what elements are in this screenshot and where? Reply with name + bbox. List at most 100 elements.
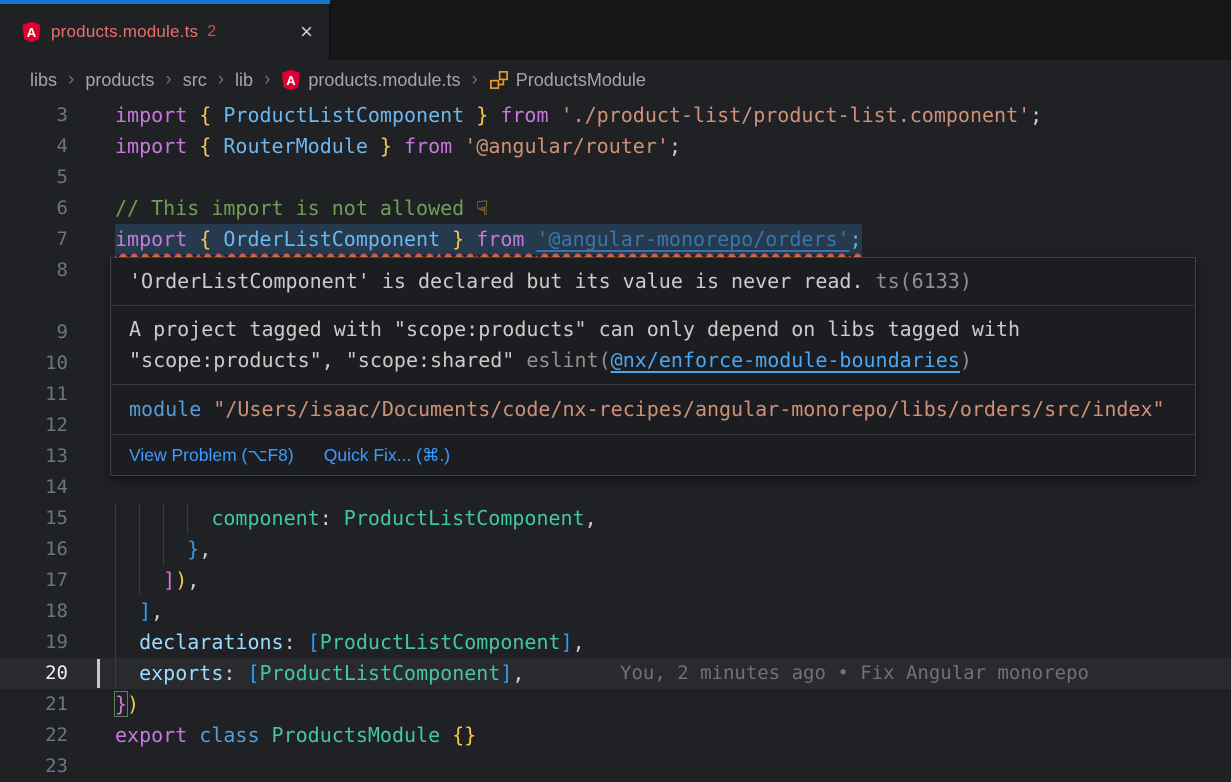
breadcrumb-item-productsmodule[interactable]: ProductsModule <box>489 70 646 91</box>
token: ] <box>500 661 512 685</box>
token: from <box>404 134 464 158</box>
breadcrumb-separator: › <box>264 69 270 91</box>
import-path-link[interactable]: '@angular-monorepo/orders' <box>536 227 849 251</box>
code-line-19[interactable]: 19 declarations: [ProductListComponent], <box>0 627 1231 658</box>
code-line-4[interactable]: 4 import { RouterModule } from '@angular/… <box>0 131 1231 162</box>
code-line-18[interactable]: 18 ], <box>0 596 1231 627</box>
token: , <box>512 661 524 685</box>
code-line-17[interactable]: 17 ]), <box>0 565 1231 596</box>
gutter-line-number: 6 <box>0 193 68 224</box>
token: ; <box>850 227 862 251</box>
token: ProductListComponent <box>223 103 464 127</box>
current-line-marker <box>97 659 100 688</box>
gutter-line-number: 18 <box>0 596 68 627</box>
breadcrumb-label: products <box>85 70 154 91</box>
token: [ <box>308 630 320 654</box>
code-line-6[interactable]: 6 // This import is not allowed ☟ <box>0 193 1231 224</box>
code-text: exports: [ProductListComponent], <box>115 658 524 689</box>
breadcrumb-label: libs <box>30 70 57 91</box>
gutter-line-number: 23 <box>0 751 68 782</box>
error-squiggle-line: import { OrderListComponent } from '@ang… <box>115 224 862 255</box>
token: export <box>115 723 199 747</box>
code-text: ], <box>115 596 163 627</box>
gutter-line-number: 22 <box>0 720 68 751</box>
editor-tab[interactable]: A products.module.ts 2 × <box>0 0 330 60</box>
code-text: }) <box>115 689 139 720</box>
breadcrumb-item-libs[interactable]: libs <box>30 70 57 91</box>
token: ProductListComponent <box>260 661 501 685</box>
gutter-line-number: 7 <box>0 224 68 255</box>
token: ProductListComponent <box>320 630 561 654</box>
tab-close-icon[interactable]: × <box>300 21 313 43</box>
token: from <box>476 227 536 251</box>
token: } <box>187 537 199 561</box>
token: ; <box>669 134 681 158</box>
breadcrumb-item-lib[interactable]: lib <box>235 70 253 91</box>
quick-fix-action[interactable]: Quick Fix... (⌘.) <box>324 445 450 466</box>
gutter-line-number: 5 <box>0 162 68 193</box>
gutter-line-number: 3 <box>0 100 68 131</box>
code-text: import { RouterModule } from '@angular/r… <box>115 131 681 162</box>
code-line-21[interactable]: 21}) <box>0 689 1231 720</box>
breadcrumb-separator: › <box>471 69 477 91</box>
code-line-20[interactable]: 20 exports: [ProductListComponent],You, … <box>0 658 1231 689</box>
view-problem-action[interactable]: View Problem (⌥F8) <box>129 445 294 466</box>
hover-text: ) <box>960 348 972 372</box>
token: , <box>573 630 585 654</box>
breadcrumb-item-products-module-ts[interactable]: Aproducts.module.ts <box>281 70 460 91</box>
code-line-15[interactable]: 15 component: ProductListComponent, <box>0 503 1231 534</box>
token: { <box>199 227 223 251</box>
hover-message-ts: 'OrderListComponent' is declared but its… <box>111 258 1195 306</box>
token: ; <box>1030 103 1042 127</box>
token: , <box>585 506 597 530</box>
breadcrumb-item-products[interactable]: products <box>85 70 154 91</box>
tab-error-badge: 2 <box>207 23 216 41</box>
token: './product-list/product-list.component' <box>561 103 1031 127</box>
hover-text: eslint( <box>526 348 610 372</box>
token: {} <box>452 723 476 747</box>
breadcrumb-label: ProductsModule <box>516 70 646 91</box>
hover-module-path: module "/Users/isaac/Documents/code/nx-r… <box>111 385 1195 435</box>
token: : <box>284 630 308 654</box>
token: [ <box>247 661 259 685</box>
code-line-22[interactable]: 22export class ProductsModule {} <box>0 720 1231 751</box>
hover-message-eslint: A project tagged with "scope:products" c… <box>111 306 1195 385</box>
token <box>115 661 139 685</box>
gutter-line-number: 17 <box>0 565 68 596</box>
token <box>115 599 139 623</box>
code-text: // This import is not allowed ☟ <box>115 193 488 224</box>
code-line-14[interactable]: 14 <box>0 472 1231 503</box>
code-line-5[interactable]: 5 <box>0 162 1231 193</box>
breadcrumb-label: lib <box>235 70 253 91</box>
code-line-7[interactable]: 7 import { OrderListComponent } from '@an… <box>0 224 1231 255</box>
gutter-line-number: 14 <box>0 472 68 503</box>
gutter-line-number: 4 <box>0 131 68 162</box>
code-line-16[interactable]: 16 }, <box>0 534 1231 565</box>
git-blame-annotation: You, 2 minutes ago • Fix Angular monorep… <box>620 658 1089 689</box>
angular-icon: A <box>22 22 41 43</box>
token: import <box>115 134 199 158</box>
matched-bracket: } <box>115 692 127 716</box>
token: , <box>199 537 211 561</box>
breadcrumb: libs›products›src›lib›Aproducts.module.t… <box>0 60 1231 100</box>
code-line-23[interactable]: 23 <box>0 751 1231 782</box>
gutter-line-number: 9 <box>0 317 68 348</box>
token: component <box>211 506 319 530</box>
token: OrderListComponent <box>223 227 440 251</box>
token: } <box>440 227 476 251</box>
breadcrumb-item-src[interactable]: src <box>183 70 207 91</box>
token: class <box>199 723 271 747</box>
gutter-line-number: 13 <box>0 441 68 472</box>
class-symbol-icon <box>489 70 509 90</box>
hover-text: 'OrderListComponent' is declared but its… <box>129 269 864 293</box>
token: exports <box>139 661 223 685</box>
code-line-3[interactable]: 3import { ProductListComponent } from '.… <box>0 100 1231 131</box>
breadcrumb-separator: › <box>218 69 224 91</box>
token: { <box>199 103 223 127</box>
token: : <box>320 506 344 530</box>
token: import <box>115 103 199 127</box>
nx-rule-link[interactable]: @nx/enforce-module-boundaries <box>611 348 960 372</box>
token: declarations <box>139 630 284 654</box>
token: // This import is not allowed <box>115 196 476 220</box>
token <box>115 568 163 592</box>
